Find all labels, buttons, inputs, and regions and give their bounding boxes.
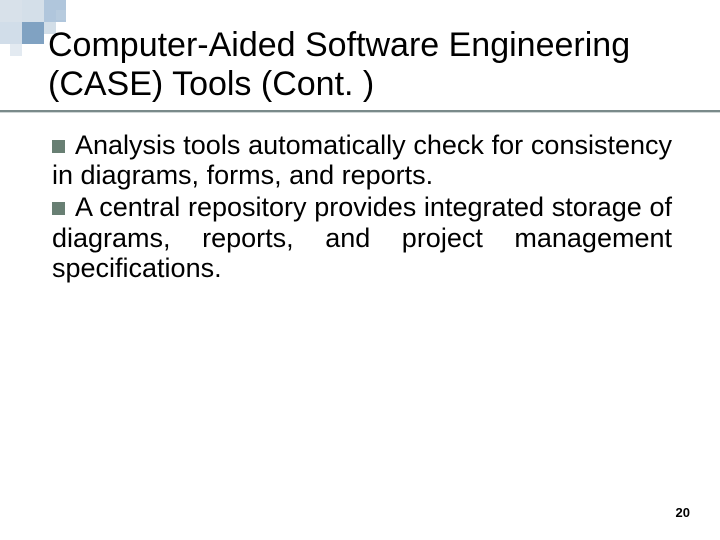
deco-square xyxy=(0,0,22,22)
deco-square xyxy=(10,44,22,56)
title-underline xyxy=(0,110,720,112)
deco-square xyxy=(22,22,44,44)
slide-body: Analysis tools automatically check for c… xyxy=(52,130,672,285)
slide-title: Computer-Aided Software Engineering (CAS… xyxy=(48,26,680,104)
bullet-text: Analysis tools automatically check for c… xyxy=(52,130,672,190)
deco-square xyxy=(0,22,22,44)
bullet-item: Analysis tools automatically check for c… xyxy=(52,130,672,190)
bullet-text: A central repository provides integrated… xyxy=(52,192,672,282)
page-number: 20 xyxy=(676,505,690,520)
square-bullet-icon xyxy=(52,202,65,215)
bullet-item: A central repository provides integrated… xyxy=(52,192,672,283)
square-bullet-icon xyxy=(52,140,65,153)
deco-square xyxy=(22,0,44,22)
deco-square xyxy=(56,10,66,20)
